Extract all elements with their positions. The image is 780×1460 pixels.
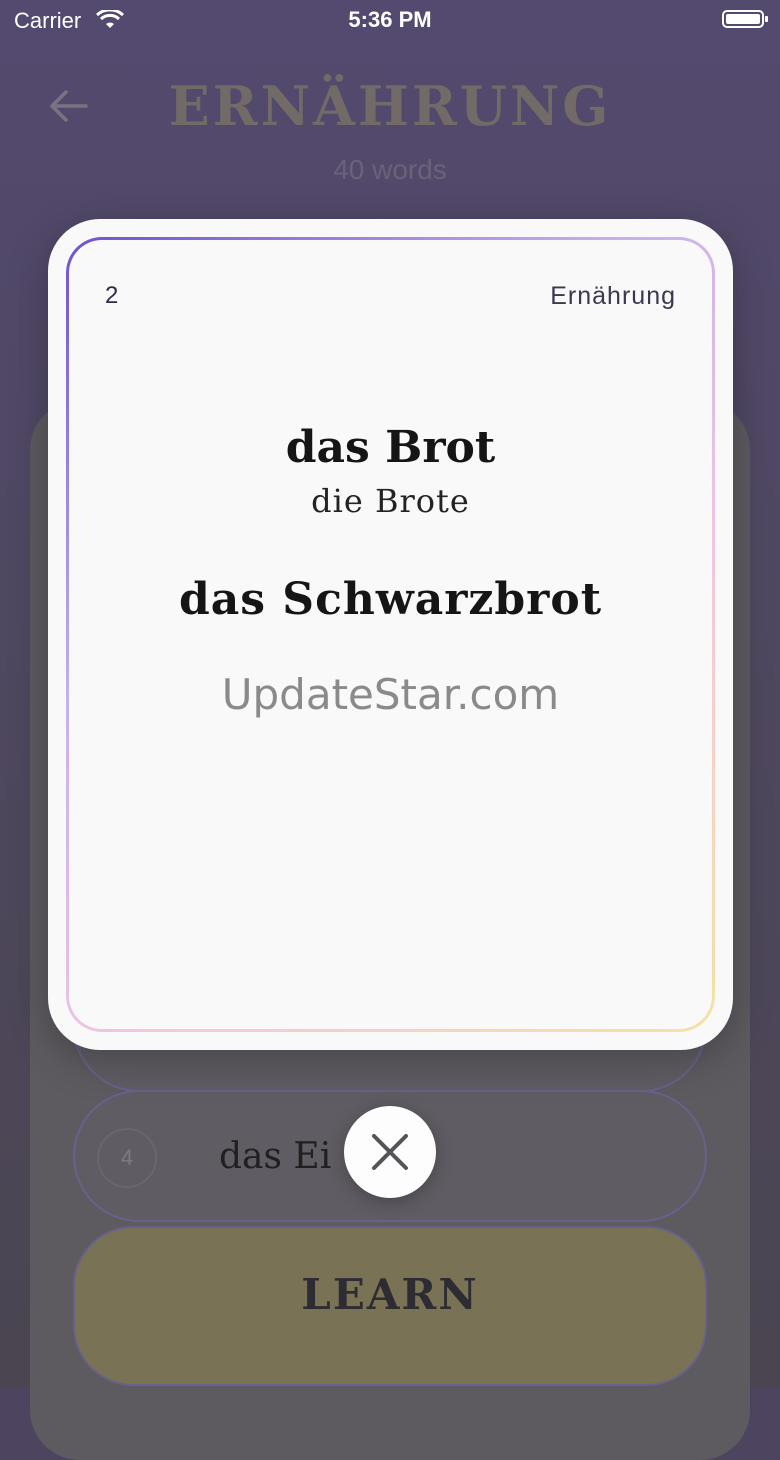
- word-count: 40 words: [333, 154, 447, 185]
- page-title: ERNÄHRUNG: [168, 74, 612, 138]
- close-icon: [372, 1134, 408, 1170]
- battery-icon: [722, 10, 768, 28]
- clock: 5:36 PM: [348, 7, 432, 32]
- card-category: Ernährung: [550, 282, 676, 310]
- card-word: das Brot: [285, 422, 496, 473]
- flashcard[interactable]: 2 Ernährung das Brot die Brote das Schwa…: [69, 240, 712, 1029]
- card-number: 2: [105, 282, 119, 309]
- flashcard-modal: 2 Ernährung das Brot die Brote das Schwa…: [48, 219, 733, 1050]
- word-label: das Ei: [219, 1136, 332, 1177]
- close-button[interactable]: [344, 1106, 436, 1198]
- watermark: UpdateStar.com: [221, 670, 560, 719]
- word-number-badge: 4: [97, 1128, 157, 1188]
- flashcard-border: 2 Ernährung das Brot die Brote das Schwa…: [66, 237, 715, 1032]
- card-compound: das Schwarzbrot: [178, 574, 603, 625]
- status-bar: Carrier 5:36 PM: [0, 0, 780, 40]
- learn-button[interactable]: LEARN: [73, 1226, 707, 1386]
- card-plural: die Brote: [311, 482, 470, 520]
